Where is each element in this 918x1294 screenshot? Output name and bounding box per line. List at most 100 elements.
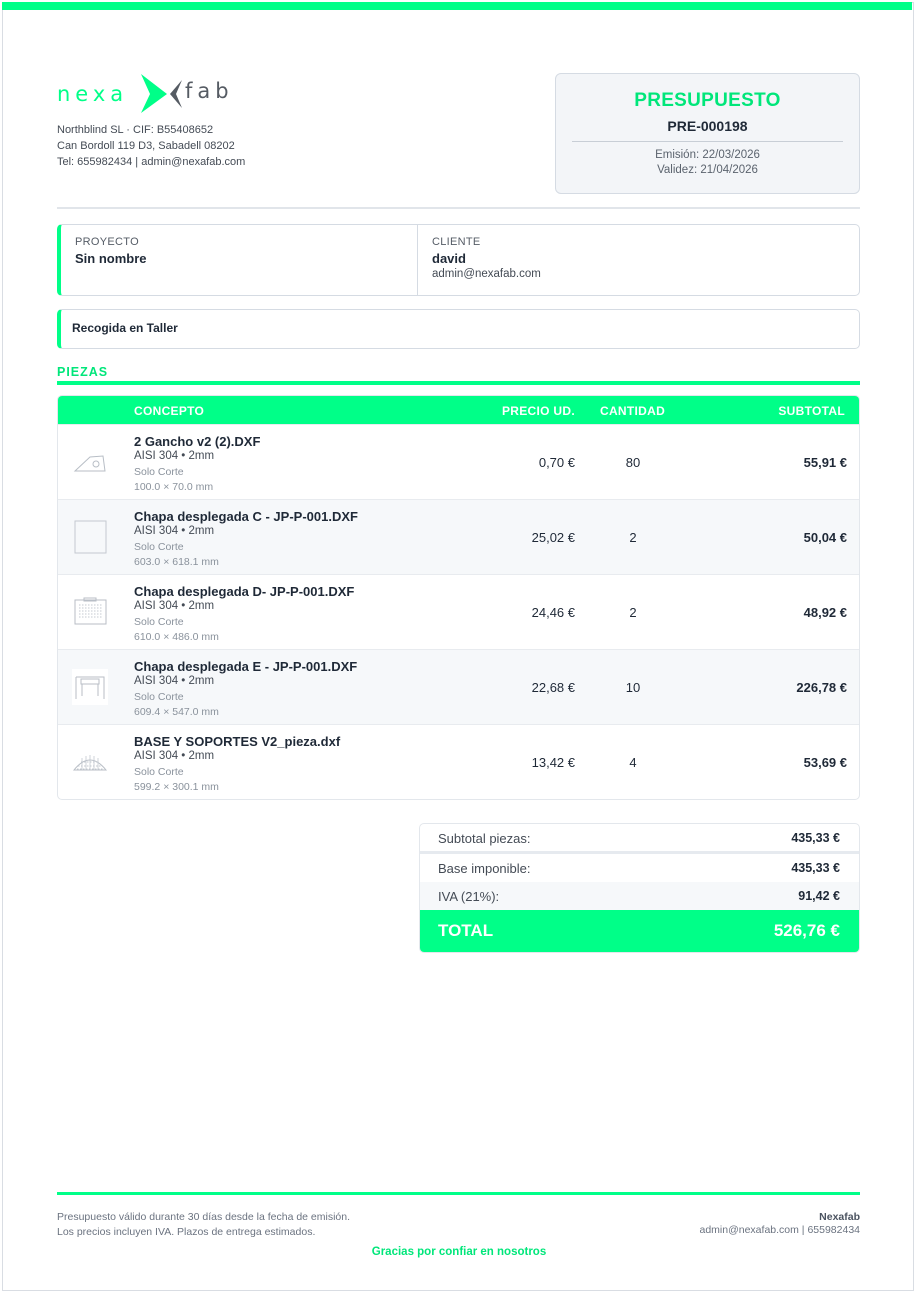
part-material: AISI 304 • 2mm — [134, 750, 215, 762]
totals-box: Subtotal piezas: 435,33 € Base imponible… — [419, 823, 860, 953]
part-name: Chapa desplegada E - JP-P-001.DXF — [134, 659, 358, 674]
header-concept: CONCEPTO — [134, 404, 205, 418]
total-value: 526,76 € — [773, 921, 840, 940]
vat-row: IVA (21%): 91,42 € — [420, 882, 859, 910]
quote-number: PRE-000198 — [667, 118, 748, 134]
quote-divider — [572, 141, 843, 142]
part-unit-price: 0,70 € — [538, 455, 575, 470]
part-name: BASE Y SOPORTES V2_pieza.dxf — [134, 734, 341, 749]
footer-contact: Nexafab admin@nexafab.com | 655982434 — [700, 1211, 861, 1237]
issue-date: Emisión: 22/03/2026 — [655, 149, 760, 161]
part-material: AISI 304 • 2mm — [134, 450, 215, 462]
footer-contact-line: admin@nexafab.com | 655982434 — [699, 1224, 861, 1236]
header-quantity: CANTIDAD — [600, 404, 666, 418]
subtotal-row: Subtotal piezas: 435,33 € — [420, 824, 859, 854]
part-quantity: 10 — [625, 680, 641, 695]
project-name: Sin nombre — [75, 251, 147, 266]
part-subtotal: 53,69 € — [803, 755, 847, 770]
bracket-sheet-icon — [72, 669, 108, 705]
project-section: PROYECTO Sin nombre — [61, 225, 418, 295]
header-subtotal: SUBTOTAL — [778, 404, 845, 418]
tax-base-label: Base imponible: — [438, 861, 531, 876]
part-process: Solo Corte — [134, 466, 184, 478]
company-line-legal: Northblind SL · CIF: B55408652 — [57, 124, 214, 136]
part-name: Chapa desplegada D- JP-P-001.DXF — [134, 584, 355, 599]
part-dimensions: 599.2 × 300.1 mm — [134, 781, 219, 793]
table-row: Chapa desplegada E - JP-P-001.DXF AISI 3… — [58, 649, 859, 724]
perforated-sheet-icon — [74, 597, 107, 625]
project-client-box: PROYECTO Sin nombre CLIENTE david admin@… — [57, 224, 860, 296]
part-material: AISI 304 • 2mm — [134, 525, 215, 537]
part-unit-price: 25,02 € — [531, 530, 575, 545]
square-sheet-icon — [74, 520, 107, 554]
footer-notes: Presupuesto válido durante 30 días desde… — [57, 1210, 350, 1240]
part-unit-price: 13,42 € — [531, 755, 575, 770]
part-quantity: 2 — [629, 530, 637, 545]
company-info: Northblind SL · CIF: B55408652 Can Bordo… — [57, 122, 245, 170]
part-name: Chapa desplegada C - JP-P-001.DXF — [134, 509, 358, 524]
parts-table: CONCEPTO PRECIO UD. CANTIDAD SUBTOTAL 2 … — [57, 395, 860, 800]
part-quantity: 2 — [629, 605, 637, 620]
logo-mark-grey — [170, 80, 182, 108]
part-process: Solo Corte — [134, 766, 184, 778]
client-name: david — [432, 251, 466, 266]
logo-mark-green — [141, 74, 167, 113]
subtotal-value: 435,33 € — [791, 831, 840, 845]
subtotal-label: Subtotal piezas: — [438, 831, 531, 846]
tax-base-value: 435,33 € — [791, 861, 840, 875]
quote-header-box: PRESUPUESTO PRE-000198 Emisión: 22/03/20… — [555, 73, 860, 194]
footer-rule — [57, 1192, 860, 1195]
part-quantity: 4 — [629, 755, 637, 770]
part-quantity: 80 — [625, 455, 641, 470]
part-process: Solo Corte — [134, 691, 184, 703]
vat-label: IVA (21%): — [438, 889, 500, 904]
part-subtotal: 48,92 € — [803, 605, 847, 620]
nexafab-logo: nexa fab — [57, 74, 234, 113]
header-unit-price: PRECIO UD. — [501, 404, 575, 418]
part-subtotal: 55,91 € — [803, 455, 847, 470]
part-unit-price: 22,68 € — [531, 680, 575, 695]
client-section: CLIENTE david admin@nexafab.com — [418, 225, 541, 295]
project-label: PROYECTO — [75, 236, 139, 248]
hook-part-icon — [73, 455, 106, 472]
top-accent-bar — [2, 2, 912, 10]
footer-pricing-note: Los precios incluyen IVA. Plazos de entr… — [57, 1226, 316, 1238]
header-divider — [57, 207, 860, 209]
part-material: AISI 304 • 2mm — [134, 675, 215, 687]
parts-section-rule — [57, 381, 860, 385]
shipping-method: Recogida en Taller — [57, 309, 860, 349]
table-row: Chapa desplegada C - JP-P-001.DXF AISI 3… — [58, 499, 859, 574]
company-line-contact: Tel: 655982434 | admin@nexafab.com — [57, 156, 246, 168]
footer-brand: Nexafab — [819, 1211, 860, 1223]
client-email: admin@nexafab.com — [432, 268, 541, 280]
logo-text-right: fab — [185, 79, 234, 103]
part-unit-price: 24,46 € — [531, 605, 575, 620]
table-row: Chapa desplegada D- JP-P-001.DXF AISI 30… — [58, 574, 859, 649]
table-row: 2 Gancho v2 (2).DXF AISI 304 • 2mm Solo … — [58, 424, 859, 499]
validity-date: Validez: 21/04/2026 — [657, 164, 758, 176]
part-name: 2 Gancho v2 (2).DXF — [134, 434, 261, 449]
client-label: CLIENTE — [432, 236, 481, 248]
table-row: BASE Y SOPORTES V2_pieza.dxf AISI 304 • … — [58, 724, 859, 799]
part-dimensions: 609.4 × 547.0 mm — [134, 706, 219, 718]
part-subtotal: 50,04 € — [803, 530, 847, 545]
company-line-address: Can Bordoll 119 D3, Sabadell 08202 — [57, 140, 235, 152]
quote-title: PRESUPUESTO — [634, 90, 781, 111]
tax-base-row: Base imponible: 435,33 € — [420, 854, 859, 882]
part-dimensions: 610.0 × 486.0 mm — [134, 631, 219, 643]
footer-thanks: Gracias por confiar en nosotros — [371, 1246, 547, 1258]
total-label: TOTAL — [438, 921, 494, 940]
table-header: CONCEPTO PRECIO UD. CANTIDAD SUBTOTAL — [58, 396, 859, 424]
grand-total-row: TOTAL 526,76 € — [420, 910, 859, 952]
part-dimensions: 100.0 × 70.0 mm — [134, 481, 214, 493]
part-process: Solo Corte — [134, 541, 184, 553]
part-dimensions: 603.0 × 618.1 mm — [134, 556, 219, 568]
part-process: Solo Corte — [134, 616, 184, 628]
vat-value: 91,42 € — [798, 889, 840, 903]
dome-grid-icon — [72, 755, 108, 771]
parts-section-title: PIEZAS — [57, 365, 109, 379]
part-material: AISI 304 • 2mm — [134, 600, 215, 612]
footer-validity-note: Presupuesto válido durante 30 días desde… — [57, 1211, 351, 1223]
part-subtotal: 226,78 € — [796, 680, 847, 695]
logo-text-left: nexa — [57, 82, 128, 106]
